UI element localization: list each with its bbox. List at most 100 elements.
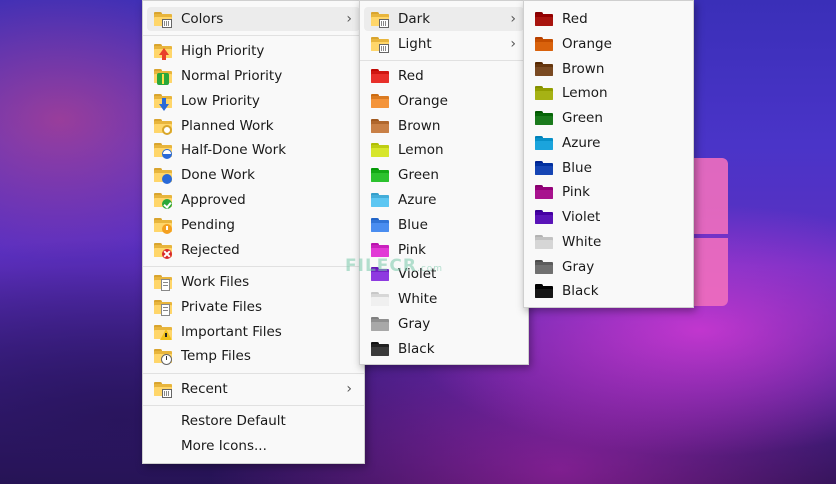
color-item-azure[interactable]: Azure: [364, 188, 524, 212]
white-folder-icon: [370, 290, 390, 308]
menu-item-restore-default[interactable]: Restore Default: [147, 409, 360, 433]
menu-item-important-files[interactable]: Important Files: [147, 320, 360, 344]
menu-item-work-files[interactable]: Work Files: [147, 270, 360, 294]
dark-color-item-white[interactable]: White: [528, 230, 689, 254]
dark-color-item-azure[interactable]: Azure: [528, 131, 689, 155]
dark-color-item-lemon[interactable]: Lemon: [528, 81, 689, 105]
watermark: FILECR.com: [345, 256, 444, 276]
dark-colors-submenu: Red Orange Brown Lemon Green Azure Blue Pink Vio…: [523, 0, 694, 308]
menu-item-normal-priority[interactable]: Normal Priority: [147, 64, 360, 88]
menu-separator: [143, 35, 364, 36]
menu-item-label: Pending: [181, 217, 235, 233]
dark-color-item-brown[interactable]: Brown: [528, 57, 689, 81]
menu-item-label: Colors: [181, 11, 224, 27]
menu-item-done-work[interactable]: Done Work: [147, 163, 360, 187]
dark-red-folder-icon: [534, 10, 554, 28]
dark-orange-folder-icon: [534, 35, 554, 53]
menu-item-colors[interactable]: Colors ›: [147, 7, 360, 31]
color-item-gray[interactable]: Gray: [364, 312, 524, 336]
dark-pink-folder-icon: [534, 183, 554, 201]
chevron-right-icon: ›: [510, 36, 516, 52]
menu-item-label: Normal Priority: [181, 68, 283, 84]
dark-color-item-pink[interactable]: Pink: [528, 180, 689, 204]
menu-item-half-done-work[interactable]: Half-Done Work: [147, 138, 360, 162]
dark-color-item-green[interactable]: Green: [528, 106, 689, 130]
chevron-right-icon: ›: [346, 11, 352, 27]
menu-separator: [360, 60, 528, 61]
gray-folder-icon: [370, 315, 390, 333]
planned-work-folder-icon: [153, 117, 173, 135]
menu-item-label: Black: [562, 283, 599, 299]
menu-item-label: Private Files: [181, 299, 262, 315]
dark-color-item-blue[interactable]: Blue: [528, 156, 689, 180]
menu-item-label: Azure: [562, 135, 601, 151]
dark-color-item-violet[interactable]: Violet: [528, 205, 689, 229]
dark-azure-folder-icon: [534, 134, 554, 152]
green-folder-icon: [370, 166, 390, 184]
menu-item-label: Done Work: [181, 167, 255, 183]
menu-item-label: Recent: [181, 381, 228, 397]
menu-item-private-files[interactable]: Private Files: [147, 295, 360, 319]
color-item-red[interactable]: Red: [364, 64, 524, 88]
menu-item-label: Red: [562, 11, 588, 27]
important-files-folder-icon: [153, 323, 173, 341]
menu-item-pending[interactable]: Pending: [147, 213, 360, 237]
color-item-blue[interactable]: Blue: [364, 213, 524, 237]
menu-item-label: Black: [398, 341, 435, 357]
half-done-work-folder-icon: [153, 141, 173, 159]
menu-item-high-priority[interactable]: High Priority: [147, 39, 360, 63]
low-priority-folder-icon: [153, 92, 173, 111]
dark-color-item-black[interactable]: Black: [528, 279, 689, 303]
menu-item-low-priority[interactable]: Low Priority: [147, 89, 360, 113]
menu-item-label: High Priority: [181, 43, 265, 59]
brown-folder-icon: [370, 117, 390, 135]
color-item-black[interactable]: Black: [364, 337, 524, 361]
high-priority-folder-icon: [153, 42, 173, 60]
chevron-right-icon: ›: [510, 11, 516, 27]
menu-separator: [143, 266, 364, 267]
dark-green-folder-icon: [534, 109, 554, 127]
menu-item-label: Gray: [562, 259, 595, 275]
color-item-orange[interactable]: Orange: [364, 89, 524, 113]
menu-item-label: Work Files: [181, 274, 250, 290]
menu-item-planned-work[interactable]: Planned Work: [147, 114, 360, 138]
color-item-green[interactable]: Green: [364, 163, 524, 187]
dark-lemon-folder-icon: [534, 84, 554, 102]
color-item-lemon[interactable]: Lemon: [364, 138, 524, 162]
dark-white-folder-icon: [534, 233, 554, 251]
menu-item-more-icons[interactable]: More Icons...: [147, 434, 360, 458]
menu-item-label: Lemon: [562, 85, 608, 101]
dark-color-item-gray[interactable]: Gray: [528, 255, 689, 279]
menu-item-label: Blue: [562, 160, 592, 176]
color-item-light[interactable]: Light ›: [364, 32, 524, 56]
menu-item-rejected[interactable]: Rejected: [147, 238, 360, 262]
black-folder-icon: [370, 340, 390, 358]
menu-separator: [143, 373, 364, 374]
color-item-white[interactable]: White: [364, 287, 524, 311]
menu-item-label: Half-Done Work: [181, 142, 287, 158]
menu-item-recent[interactable]: Recent ›: [147, 377, 360, 401]
menu-item-label: Violet: [562, 209, 601, 225]
color-item-dark[interactable]: Dark ›: [364, 7, 524, 31]
dark-blue-folder-icon: [534, 159, 554, 177]
dark-color-item-orange[interactable]: Orange: [528, 32, 689, 56]
menu-separator: [143, 405, 364, 406]
menu-item-label: More Icons...: [181, 438, 267, 454]
private-files-folder-icon: [153, 298, 173, 316]
menu-item-label: Important Files: [181, 324, 282, 340]
dark-gray-folder-icon: [534, 258, 554, 276]
colors-submenu: Dark › Light › Red Orange Brown Lemon Green Azure…: [359, 0, 529, 365]
menu-item-label: Temp Files: [181, 348, 251, 364]
menu-item-label: Brown: [562, 61, 605, 77]
blue-folder-icon: [370, 216, 390, 234]
menu-item-label: White: [562, 234, 602, 250]
menu-item-label: Rejected: [181, 242, 240, 258]
menu-item-label: Azure: [398, 192, 437, 208]
dark-violet-folder-icon: [534, 208, 554, 226]
approved-folder-icon: [153, 191, 173, 209]
menu-item-label: Low Priority: [181, 93, 260, 109]
color-item-brown[interactable]: Brown: [364, 114, 524, 138]
menu-item-approved[interactable]: Approved: [147, 188, 360, 212]
dark-color-item-red[interactable]: Red: [528, 7, 689, 31]
menu-item-temp-files[interactable]: Temp Files: [147, 344, 360, 368]
